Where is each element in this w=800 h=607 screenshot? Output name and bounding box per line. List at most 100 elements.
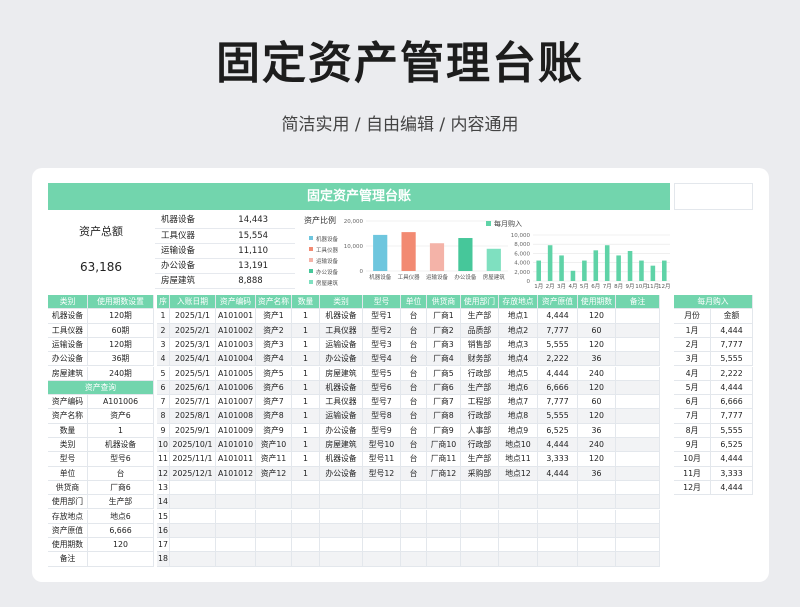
category-name: 办公设备 <box>48 352 88 367</box>
monthly-month: 3月 <box>674 352 711 367</box>
ledger-cell: 2025/3/1 <box>170 337 216 353</box>
ledger-cell <box>616 495 660 510</box>
ledger-cell: 5,555 <box>538 337 578 353</box>
ledger-cell: 台 <box>401 423 427 438</box>
ledger-cell: 型号4 <box>363 352 401 367</box>
monthly-bar <box>593 250 599 281</box>
ledger-cell: 财务部 <box>461 352 499 367</box>
legend-swatch <box>309 247 313 251</box>
ledger-cell <box>292 495 320 510</box>
ledger-cell: 办公设备 <box>320 352 363 367</box>
ledger-cell: 型号7 <box>363 395 401 410</box>
ledger-cell <box>363 552 401 567</box>
ledger-cell: 厂商9 <box>427 423 461 438</box>
ledger-cell: A101012 <box>216 466 256 481</box>
ledger-cell <box>616 323 660 338</box>
monthly-month: 7月 <box>674 409 711 424</box>
monthly-amount: 4,444 <box>711 323 753 338</box>
monthly-amount: 5,555 <box>711 423 753 438</box>
ledger-cell <box>256 552 292 567</box>
monthly-amount: 7,777 <box>711 337 753 353</box>
ledger-cell <box>616 409 660 424</box>
ledger-cell: A101011 <box>216 452 256 467</box>
ledger-cell <box>499 495 538 510</box>
ledger-cell <box>320 509 363 524</box>
ledger-cell: 台 <box>401 395 427 410</box>
ledger-cell: 厂商11 <box>427 452 461 467</box>
ledger-cell: 1 <box>292 466 320 481</box>
ledger-cell: 台 <box>401 337 427 353</box>
monthly-month: 8月 <box>674 423 711 438</box>
ledger-cell: 台 <box>401 366 427 381</box>
ledger-cell: 2,222 <box>538 352 578 367</box>
ledger-cell: 5 <box>157 366 170 381</box>
ledger-cell <box>292 509 320 524</box>
ledger-cell <box>256 480 292 496</box>
ledger-cell <box>616 552 660 567</box>
page-subtitle: 简洁实用 / 自由编辑 / 内容通用 <box>281 115 519 135</box>
ledger-cell: 生产部 <box>461 452 499 467</box>
ledger-cell: 2025/1/1 <box>170 309 216 324</box>
ledger-cell: 办公设备 <box>320 466 363 481</box>
ledger-cell: 厂商5 <box>427 366 461 381</box>
monthly-col-month: 月份 <box>674 309 711 324</box>
ledger-cell: 6,666 <box>538 380 578 396</box>
monthly-amount: 4,444 <box>711 452 753 467</box>
ledger-cell <box>461 495 499 510</box>
ledger-cell: 资产1 <box>256 309 292 324</box>
query-value: 120 <box>88 538 154 553</box>
y-tick-label: 0 <box>527 279 531 285</box>
ledger-header: 类别 <box>320 295 363 310</box>
monthly-col-amount: 金额 <box>711 309 753 324</box>
monthly-bar <box>662 260 667 281</box>
query-value[interactable]: 1 <box>88 423 154 438</box>
ledger-cell: 运输设备 <box>320 337 363 353</box>
ledger-cell: 地点11 <box>499 452 538 467</box>
asset-bar <box>373 234 388 271</box>
ledger-cell <box>292 523 320 539</box>
ledger-cell: 1 <box>292 337 320 353</box>
ledger-cell: 型号9 <box>363 423 401 438</box>
ledger-cell <box>578 523 616 539</box>
ledger-cell: 资产5 <box>256 366 292 381</box>
ledger-cell: 资产8 <box>256 409 292 424</box>
ledger-cell: 4,444 <box>538 366 578 381</box>
monthly-bar <box>559 255 564 281</box>
ledger-cell: 2025/4/1 <box>170 352 216 367</box>
ledger-cell: 1 <box>157 309 170 324</box>
monthly-amount: 6,666 <box>711 395 753 410</box>
y-tick-label: 8,000 <box>514 242 530 248</box>
monthly-month: 9月 <box>674 438 711 453</box>
monthly-header: 每月购入 <box>674 295 753 310</box>
ledger-cell: 行政部 <box>461 366 499 381</box>
ledger-cell: 60 <box>578 395 616 410</box>
ledger-cell: 销售部 <box>461 337 499 353</box>
ledger-cell <box>578 480 616 496</box>
ledger-cell: 4,444 <box>538 466 578 481</box>
ledger-cell: 厂商4 <box>427 352 461 367</box>
ledger-cell <box>170 480 216 496</box>
ledger-cell <box>499 480 538 496</box>
ledger-cell: 采购部 <box>461 466 499 481</box>
monthly-bar <box>639 260 644 281</box>
ledger-cell: 7,777 <box>538 395 578 410</box>
ledger-cell: 办公设备 <box>320 423 363 438</box>
ledger-cell: 人事部 <box>461 423 499 438</box>
ledger-cell: 地点3 <box>499 337 538 353</box>
legend-label: 工具仪器 <box>316 247 339 254</box>
ledger-cell: 房屋建筑 <box>320 438 363 453</box>
sheet-canvas: 固定资产管理台账 资产总额 63,186 机器设备 14,443 工具仪器 15,55… <box>48 183 753 568</box>
monthly-amount: 7,777 <box>711 409 753 424</box>
ledger-cell <box>616 509 660 524</box>
ledger-cell: 1 <box>292 452 320 467</box>
query-label: 数量 <box>48 423 88 438</box>
legend-swatch <box>309 269 313 273</box>
ledger-cell <box>401 538 427 553</box>
monthly-month: 2月 <box>674 337 711 353</box>
ledger-cell: 机器设备 <box>320 452 363 467</box>
category-header-period: 使用期数设置 <box>88 295 154 310</box>
ledger-cell: 1 <box>292 409 320 424</box>
ledger-cell: 型号3 <box>363 337 401 353</box>
ledger-cell <box>292 552 320 567</box>
ledger-cell <box>427 552 461 567</box>
